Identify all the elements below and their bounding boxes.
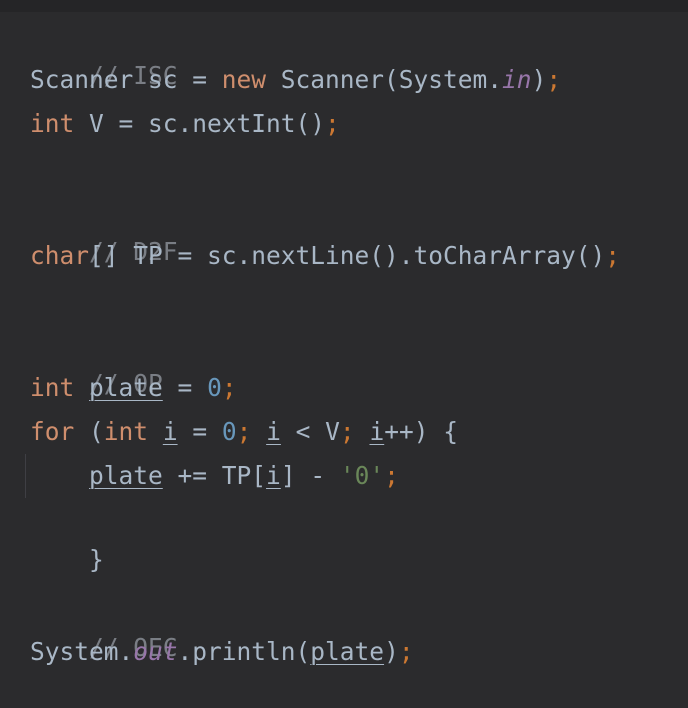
code-line-11: plate += TP[i] - '0'; [30, 456, 399, 496]
keyword-int: int [103, 417, 149, 446]
variable-plate: plate [310, 637, 385, 666]
code-token: [] TP = sc.nextLine().toCharArray() [89, 241, 606, 270]
code-token: V = sc.nextInt() [74, 109, 326, 138]
variable-i: i [162, 417, 178, 446]
code-token: ) [384, 637, 399, 666]
keyword-int: int [30, 109, 75, 138]
code-token: ) [531, 65, 547, 94]
semicolon: ; [605, 241, 621, 270]
code-line-2: Scanner sc = new Scanner(System.in); [30, 60, 561, 100]
code-line-5: // D2F [30, 192, 178, 266]
variable-i: i [266, 417, 281, 446]
code-line-3: int V = sc.nextInt(); [30, 104, 340, 144]
code-token: Scanner(System. [266, 65, 503, 94]
semicolon: ; [339, 417, 355, 446]
code-token: = [162, 373, 208, 402]
code-token: ++) { [384, 417, 458, 446]
code-token: .println( [177, 637, 311, 666]
keyword-for: for [30, 417, 75, 446]
code-token: System. [30, 637, 134, 666]
code-line-1: // ISC [30, 16, 178, 90]
code-line-12: } [30, 500, 104, 574]
code-token: Scanner sc = [30, 65, 222, 94]
code-line-8: // OP [30, 324, 163, 398]
number-literal: 0 [221, 417, 237, 446]
char-literal: '0' [339, 461, 385, 490]
semicolon: ; [221, 373, 237, 402]
semicolon: ; [384, 461, 399, 490]
static-field-in: in [502, 65, 532, 94]
semicolon: ; [325, 109, 340, 138]
variable-plate: plate [89, 373, 163, 402]
code-editor[interactable]: // ISC Scanner sc = new Scanner(System.i… [0, 12, 688, 698]
code-line-14: // OEC [30, 588, 178, 662]
editor-top-strip [0, 0, 688, 12]
code-line-6: char[] TP = sc.nextLine().toCharArray(); [30, 236, 620, 276]
keyword-char: char [30, 241, 90, 270]
number-literal: 0 [207, 373, 222, 402]
code-line-9: int plate = 0; [30, 368, 237, 408]
semicolon: ; [236, 417, 252, 446]
code-token: ] - [280, 461, 340, 490]
code-token: ( [74, 417, 104, 446]
closing-brace: } [89, 545, 104, 574]
semicolon: ; [398, 637, 414, 666]
code-token: = [177, 417, 222, 446]
static-field-out: out [133, 637, 178, 666]
code-token: += TP[ [162, 461, 267, 490]
keyword-new: new [221, 65, 267, 94]
semicolon: ; [546, 65, 562, 94]
variable-i: i [369, 417, 385, 446]
variable-i: i [266, 461, 281, 490]
code-line-10: for (int i = 0; i < V; i++) { [30, 412, 458, 452]
code-line-15: System.out.println(plate); [30, 632, 414, 672]
keyword-int: int [30, 373, 75, 402]
indent-guide [25, 454, 26, 498]
variable-plate: plate [89, 461, 163, 490]
code-token: < V [280, 417, 340, 446]
